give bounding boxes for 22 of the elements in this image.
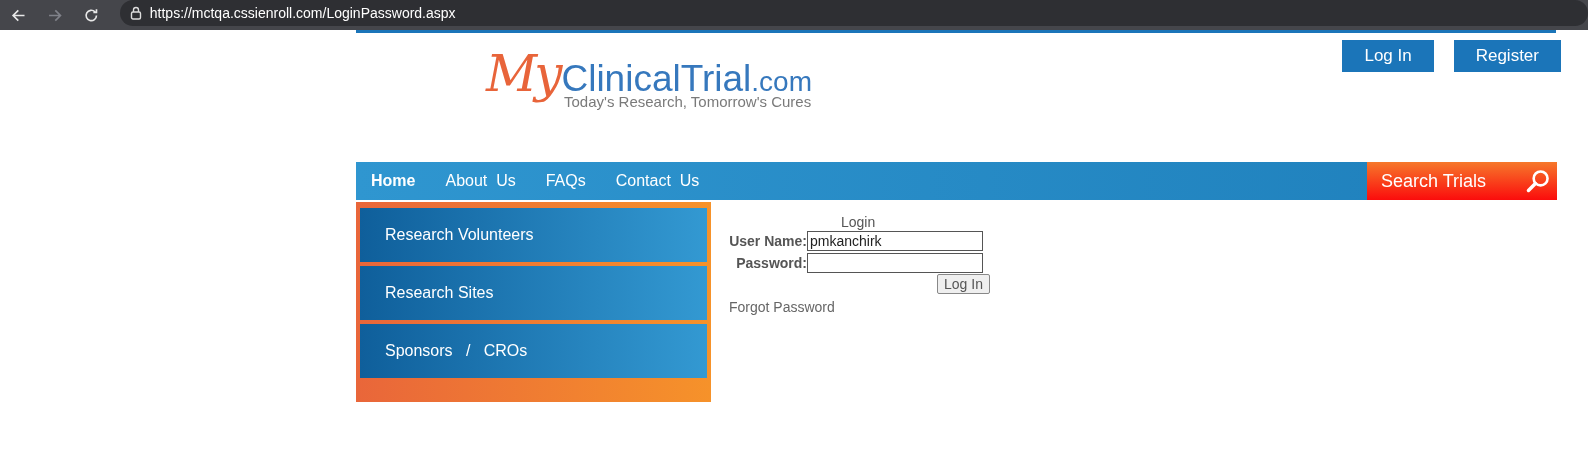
nav-link[interactable]: FAQs	[545, 172, 586, 190]
log-in-button[interactable]: Log In	[1342, 40, 1434, 72]
register-button[interactable]: Register	[1453, 40, 1561, 72]
nav-link[interactable]: Contact Us	[615, 172, 700, 190]
sidebar-item[interactable]: Research Sites	[360, 266, 707, 320]
search-trials-button[interactable]: Search Trials	[1367, 162, 1557, 200]
nav-link[interactable]: Home	[371, 172, 416, 190]
address-bar[interactable]: https://mctqa.cssienroll.com/LoginPassword.aspx	[119, 0, 1588, 26]
forgot-password-link[interactable]: Forgot Password	[729, 299, 990, 315]
search-icon	[1525, 168, 1551, 194]
reload-icon[interactable]	[83, 6, 100, 24]
log-in-button[interactable]: Log In	[937, 274, 990, 294]
field-label: User Name:	[729, 233, 807, 249]
nav-link[interactable]: About Us	[445, 172, 516, 190]
sidebar-item[interactable]: Research Volunteers	[360, 208, 707, 262]
password-field[interactable]	[807, 253, 983, 273]
sidebar-item[interactable]: Sponsors / CROs	[360, 324, 707, 378]
field-label: Password:	[735, 255, 807, 271]
username-field[interactable]: pmkanchirk	[807, 231, 983, 251]
login-title: Login	[841, 214, 877, 230]
lock-icon	[129, 6, 142, 20]
site-logo[interactable]: MyClinicalTrial.com Today's Research, Tomorrow's Cures	[486, 49, 812, 119]
